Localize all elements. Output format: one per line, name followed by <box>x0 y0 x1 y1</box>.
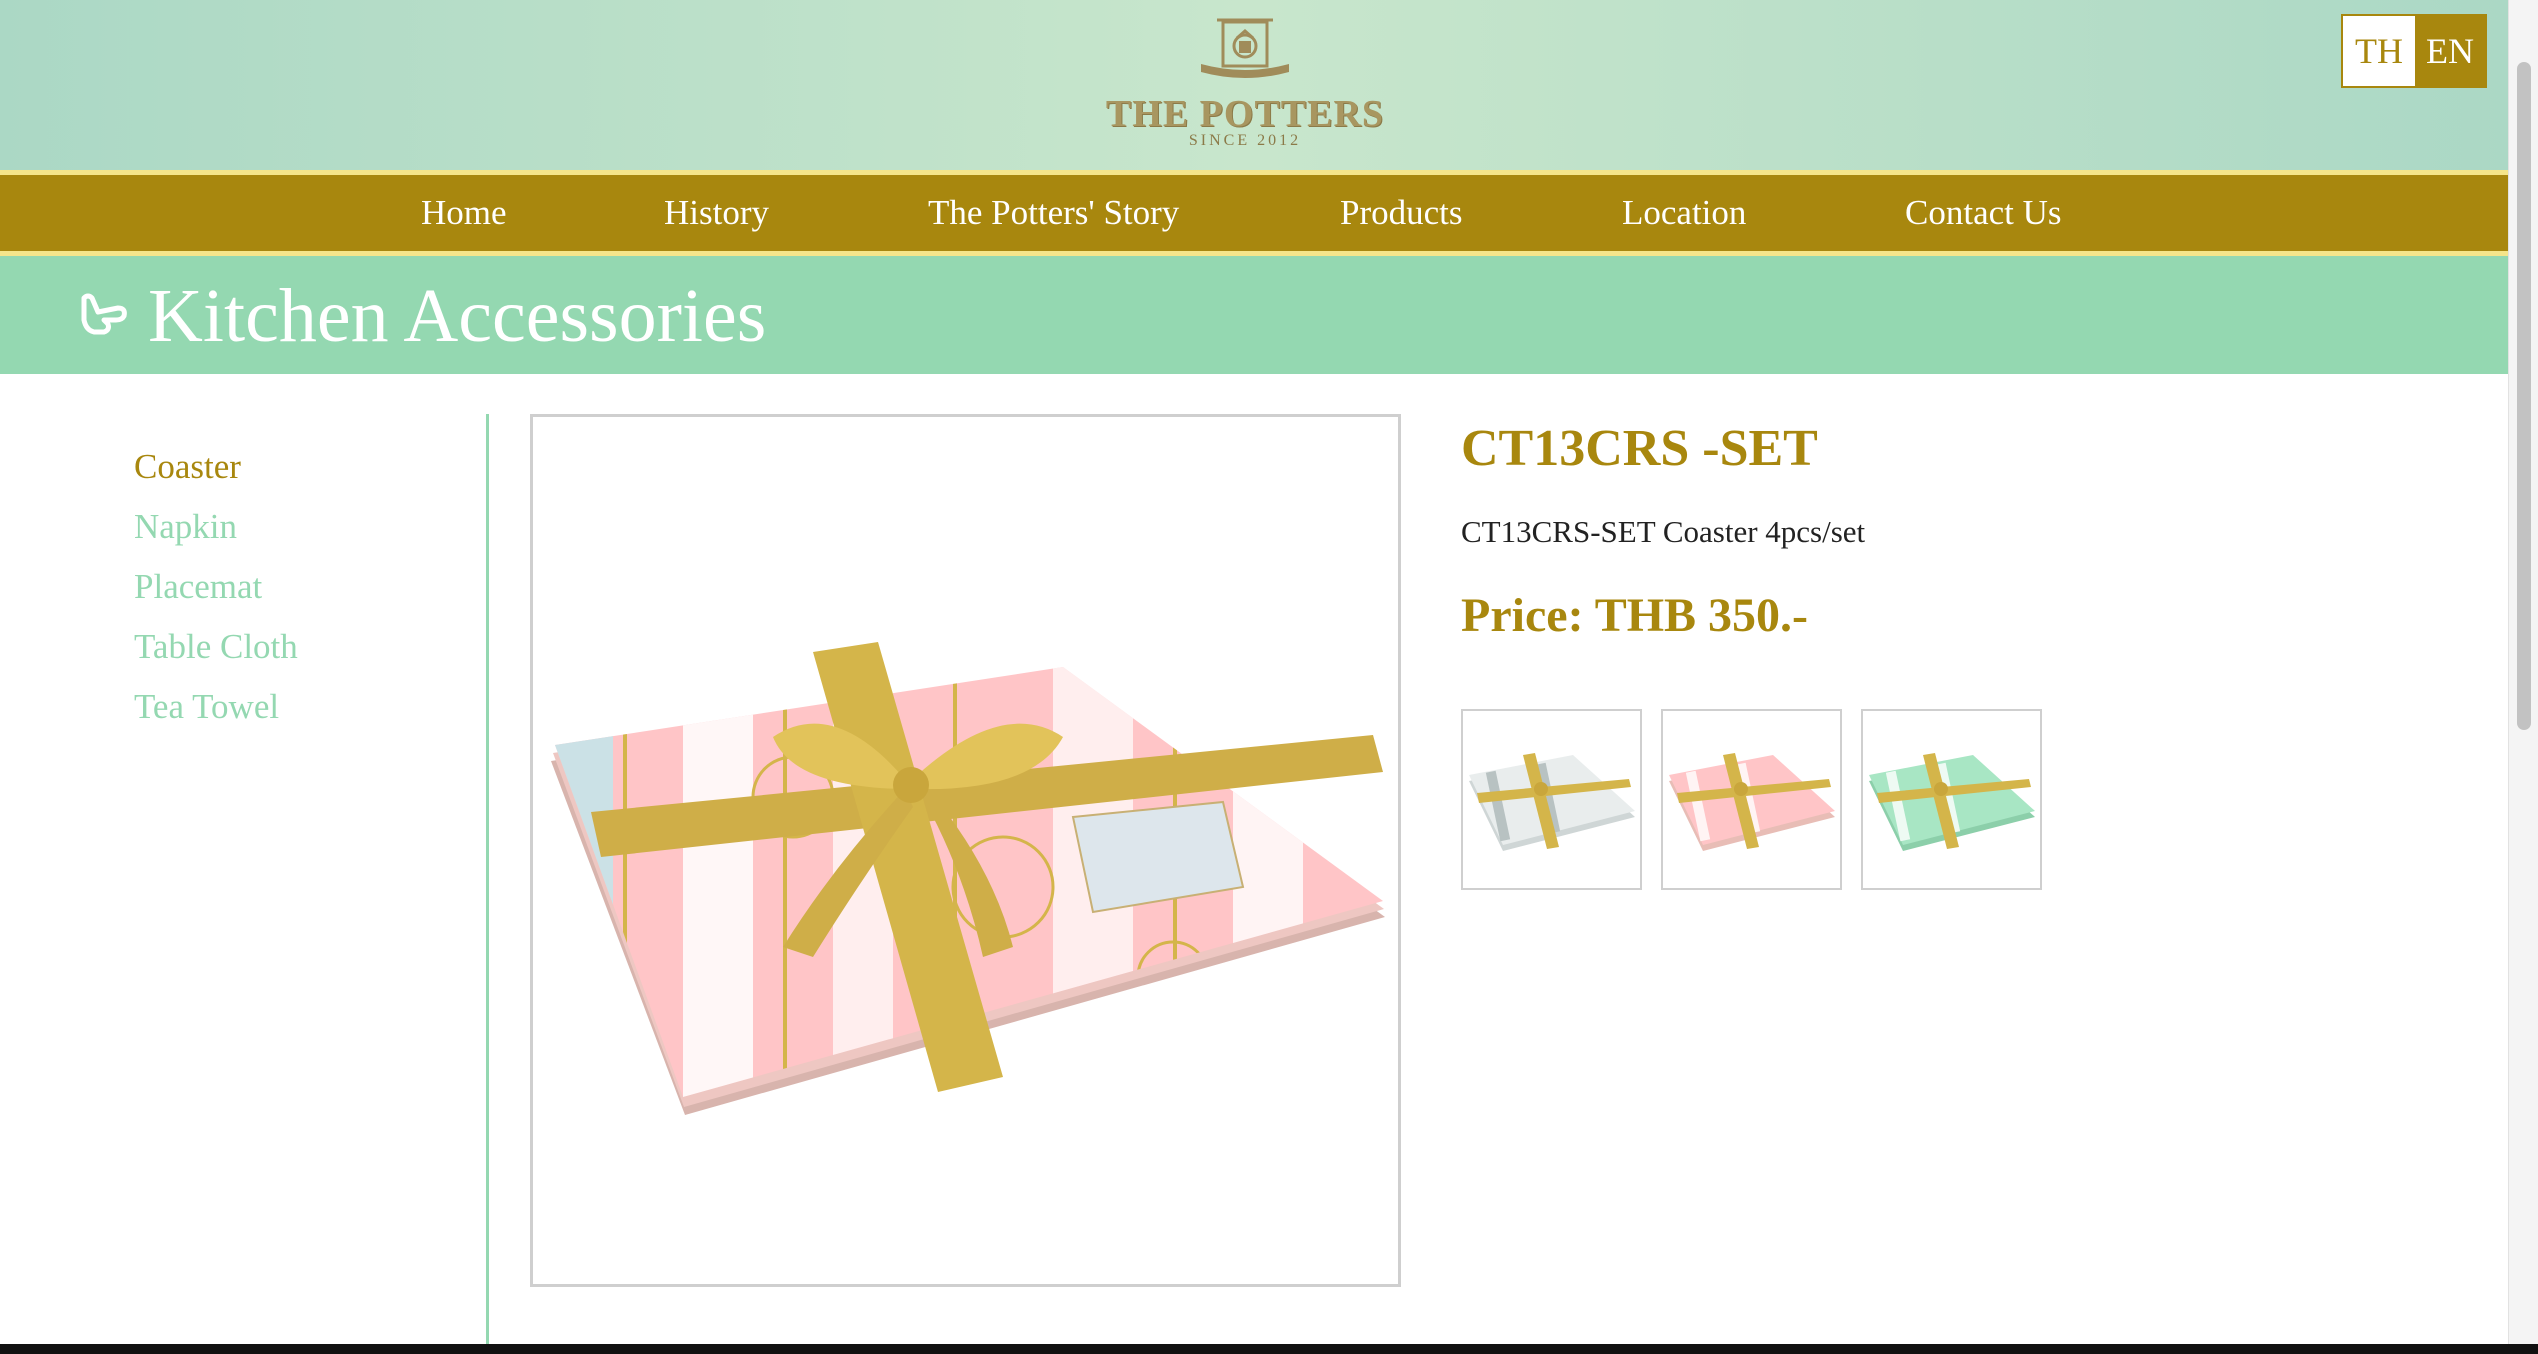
crest-icon <box>1201 18 1289 78</box>
brand-name: THE POTTERS <box>1105 93 1385 135</box>
product-code: CT13CRS -SET <box>1461 420 1818 477</box>
nav-home[interactable]: Home <box>421 175 507 251</box>
brand-logo[interactable]: THE POTTERS SINCE 2012 <box>1100 14 1390 156</box>
vertical-scrollbar[interactable] <box>2508 0 2538 1354</box>
main-nav: Home History The Potters' Story Products… <box>0 170 2508 256</box>
site-header: THE POTTERS SINCE 2012 TH EN <box>0 0 2508 170</box>
page-title: Kitchen Accessories <box>148 274 767 358</box>
scrollbar-thumb[interactable] <box>2517 62 2531 730</box>
language-switcher: TH EN <box>2341 14 2487 88</box>
sidebar-item-tea-towel[interactable]: Tea Towel <box>134 685 279 729</box>
language-en-button[interactable]: EN <box>2415 16 2485 86</box>
thumbnail-green-coaster-set[interactable] <box>1861 709 2042 890</box>
nav-potters-story[interactable]: The Potters' Story <box>928 175 1179 251</box>
sidebar-item-table-cloth[interactable]: Table Cloth <box>134 625 298 669</box>
brand-since: SINCE 2012 <box>1188 132 1302 149</box>
product-price: Price: THB 350.- <box>1461 589 1809 642</box>
sidebar-item-napkin[interactable]: Napkin <box>134 505 237 549</box>
sidebar-item-coaster[interactable]: Coaster <box>134 445 241 489</box>
sidebar-item-placemat[interactable]: Placemat <box>134 565 262 609</box>
nav-products[interactable]: Products <box>1340 175 1463 251</box>
sidebar-divider <box>486 414 489 1354</box>
thumbnail-gray-coaster-set[interactable] <box>1461 709 1642 890</box>
product-main-image[interactable] <box>530 414 1401 1287</box>
nav-contact-us[interactable]: Contact Us <box>1905 175 2062 251</box>
nav-history[interactable]: History <box>664 175 769 251</box>
product-description: CT13CRS-SET Coaster 4pcs/set <box>1461 514 1866 549</box>
language-th-button[interactable]: TH <box>2343 16 2415 86</box>
pointer-hand-icon <box>81 293 127 335</box>
nav-location[interactable]: Location <box>1622 175 1746 251</box>
window-bottom-edge <box>0 1344 2538 1354</box>
thumbnail-pink-coaster-set[interactable] <box>1661 709 1842 890</box>
